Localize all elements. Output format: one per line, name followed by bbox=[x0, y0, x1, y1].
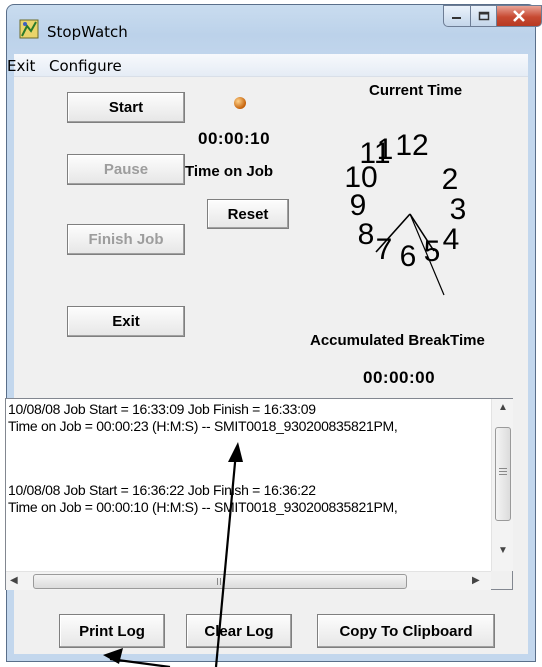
annotation-arrows-overlay bbox=[103, 442, 243, 667]
annotation-arrow-head-left bbox=[103, 648, 123, 664]
annotation-arrow-up bbox=[214, 451, 238, 667]
annotation-arrow-head-up bbox=[228, 442, 243, 462]
